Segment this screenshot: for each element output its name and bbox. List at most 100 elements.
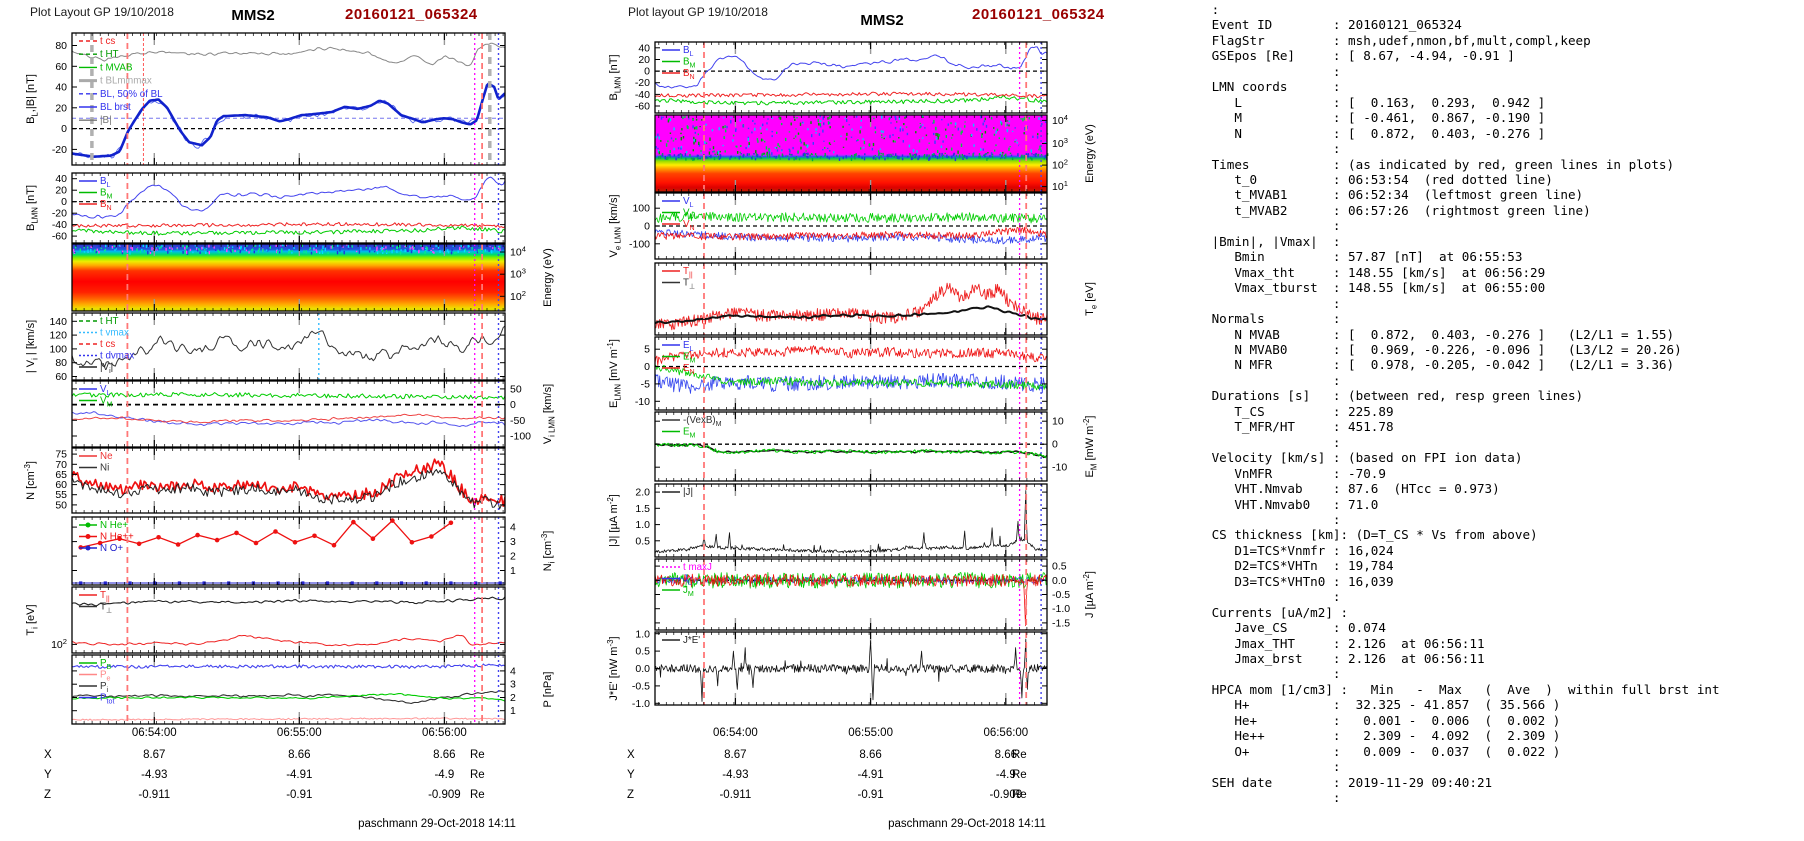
svg-text:4: 4: [510, 522, 516, 534]
svg-text:2.0: 2.0: [635, 487, 650, 499]
svg-text:-0.5: -0.5: [632, 680, 650, 692]
svg-text:N He+: N He+: [100, 520, 128, 531]
coord-row-label: Z: [44, 789, 51, 801]
svg-text:40: 40: [638, 42, 650, 54]
svg-text:0: 0: [1052, 439, 1058, 451]
coord-value: -4.9: [966, 769, 1046, 781]
coord-unit: Re: [470, 749, 485, 761]
svg-text:0: 0: [644, 221, 650, 233]
svg-text:-20: -20: [52, 144, 67, 156]
event-info-panel: : Event ID : 20160121_065324 FlagStr : m…: [1204, 2, 1804, 839]
svg-text:-1.0: -1.0: [1052, 603, 1070, 615]
svg-text:80: 80: [55, 40, 67, 52]
svg-text:EN: EN: [683, 363, 695, 376]
svg-text:80: 80: [55, 357, 67, 369]
svg-text:1: 1: [510, 565, 516, 577]
svg-text:Energy (eV): Energy (eV): [542, 248, 554, 307]
svg-text:J [µA m-2]: J [µA m-2]: [1082, 571, 1096, 618]
spacecraft-title: MMS2: [203, 7, 303, 24]
panel-pressure: 4321P [nPa]PBPePiPtot: [72, 655, 505, 724]
svg-text:103: 103: [510, 267, 526, 281]
coord-value: -0.911: [695, 789, 775, 801]
coord-row-label: Y: [627, 769, 635, 781]
svg-text:40: 40: [55, 173, 67, 185]
svg-text:t cs: t cs: [100, 339, 115, 350]
svg-text:-50: -50: [510, 415, 525, 427]
svg-text:-100: -100: [629, 238, 650, 250]
svg-text:100: 100: [632, 203, 650, 215]
svg-text:Ti [eV]: Ti [eV]: [25, 604, 39, 635]
svg-text:0.5: 0.5: [635, 535, 650, 547]
svg-text:100: 100: [49, 343, 67, 355]
svg-text:-1.5: -1.5: [1052, 617, 1070, 629]
svg-text:0: 0: [61, 196, 67, 208]
svg-text:BL brst: BL brst: [100, 102, 131, 113]
panel-te: Te [eV]T||T⊥: [655, 263, 1047, 335]
svg-text:102: 102: [510, 289, 526, 303]
coord-value: 8.66: [259, 749, 339, 761]
coord-value: -0.91: [259, 789, 339, 801]
panel-jmag: 2.01.51.00.5|J| [µA m-2]|J|: [655, 484, 1047, 557]
svg-text:t MVAB: t MVAB: [100, 62, 133, 73]
svg-text:VM: VM: [100, 396, 113, 409]
coord-row-label: Z: [627, 789, 634, 801]
svg-text:BLMN [nT]: BLMN [nT]: [608, 54, 622, 100]
svg-text:Ptot: Ptot: [100, 693, 114, 706]
panel-ti: 102Ti [eV]T||T⊥: [72, 587, 505, 653]
svg-text:t dvmax: t dvmax: [100, 351, 134, 362]
coord-unit: Re: [470, 789, 485, 801]
panel-bl-btotal: 806040200-20BL,|B| [nT]t cst HTt MVABt B…: [72, 33, 505, 165]
svg-text:-0.5: -0.5: [1052, 589, 1070, 601]
panel-vi-mag: 1401201008060| Vi | [km/s]t HTt vmaxt cs…: [72, 313, 505, 380]
panel-em-comparison: 100-10EM [mW m-2]-(VexB)MEM: [655, 412, 1047, 481]
svg-text:0: 0: [644, 66, 650, 78]
plot-layout-label: Plot layout GP 19/10/2018: [628, 5, 768, 19]
svg-text:EM: EM: [683, 427, 696, 440]
svg-text:N He++: N He++: [100, 532, 134, 543]
svg-text:Ni: Ni: [100, 463, 109, 474]
svg-text:-1.0: -1.0: [632, 698, 650, 710]
svg-text:J*E': J*E': [683, 635, 700, 646]
coord-value: 8.66: [831, 749, 911, 761]
svg-text:1.0: 1.0: [635, 519, 650, 531]
coord-unit: Re: [1012, 789, 1027, 801]
spacecraft-title: MMS2: [832, 12, 932, 29]
svg-text:120: 120: [49, 330, 67, 342]
panel-ve-lmn: 1000-100Ve LMN [km/s]VLVMVN: [655, 193, 1047, 259]
svg-text:Ve LMN [km/s]: Ve LMN [km/s]: [608, 195, 622, 258]
svg-text:N O+: N O+: [100, 543, 123, 554]
svg-text:BN: BN: [100, 199, 112, 212]
svg-text:BL, 50% of BL: BL, 50% of BL: [100, 89, 163, 100]
svg-text:103: 103: [1052, 136, 1068, 150]
svg-text:-5: -5: [641, 378, 650, 390]
coord-value: -0.91: [831, 789, 911, 801]
svg-text:Te [eV]: Te [eV]: [1084, 282, 1098, 316]
svg-text:20: 20: [638, 54, 650, 66]
svg-text:-20: -20: [635, 77, 650, 89]
svg-text:0: 0: [510, 399, 516, 411]
time-axis-label: 06:54:00: [695, 727, 775, 739]
svg-text:104: 104: [1052, 113, 1068, 127]
coord-value: -4.91: [259, 769, 339, 781]
svg-text:T⊥: T⊥: [683, 278, 695, 291]
svg-text:-100: -100: [510, 431, 531, 443]
svg-text:-60: -60: [635, 101, 650, 113]
svg-text:Energy (eV): Energy (eV): [1084, 124, 1096, 183]
svg-text:101: 101: [1052, 179, 1068, 193]
svg-text:50: 50: [55, 499, 67, 511]
plot-credit: paschmann 29-Oct-2018 14:11: [307, 818, 567, 830]
svg-text:N [cm-3]: N [cm-3]: [23, 461, 37, 500]
svg-text:ELMN [mV m-1]: ELMN [mV m-1]: [606, 339, 623, 408]
time-axis-label: 06:56:00: [404, 727, 484, 739]
svg-text:1.0: 1.0: [635, 628, 650, 640]
svg-text:10: 10: [1052, 416, 1064, 428]
middle-plot-column: Plot layout GP 19/10/2018 MMS2 20160121_…: [560, 0, 1185, 841]
svg-text:Ne: Ne: [100, 451, 113, 462]
svg-text:40: 40: [55, 82, 67, 94]
svg-text:1: 1: [510, 705, 516, 717]
panel-blmn-2: 40200-20-40-60BLMN [nT]BLBMBN: [655, 42, 1047, 113]
event-id-label: 20160121_065324: [972, 6, 1105, 23]
svg-text:2: 2: [510, 551, 516, 563]
coord-value: 8.66: [966, 749, 1046, 761]
svg-text:|B|: |B|: [100, 115, 112, 126]
